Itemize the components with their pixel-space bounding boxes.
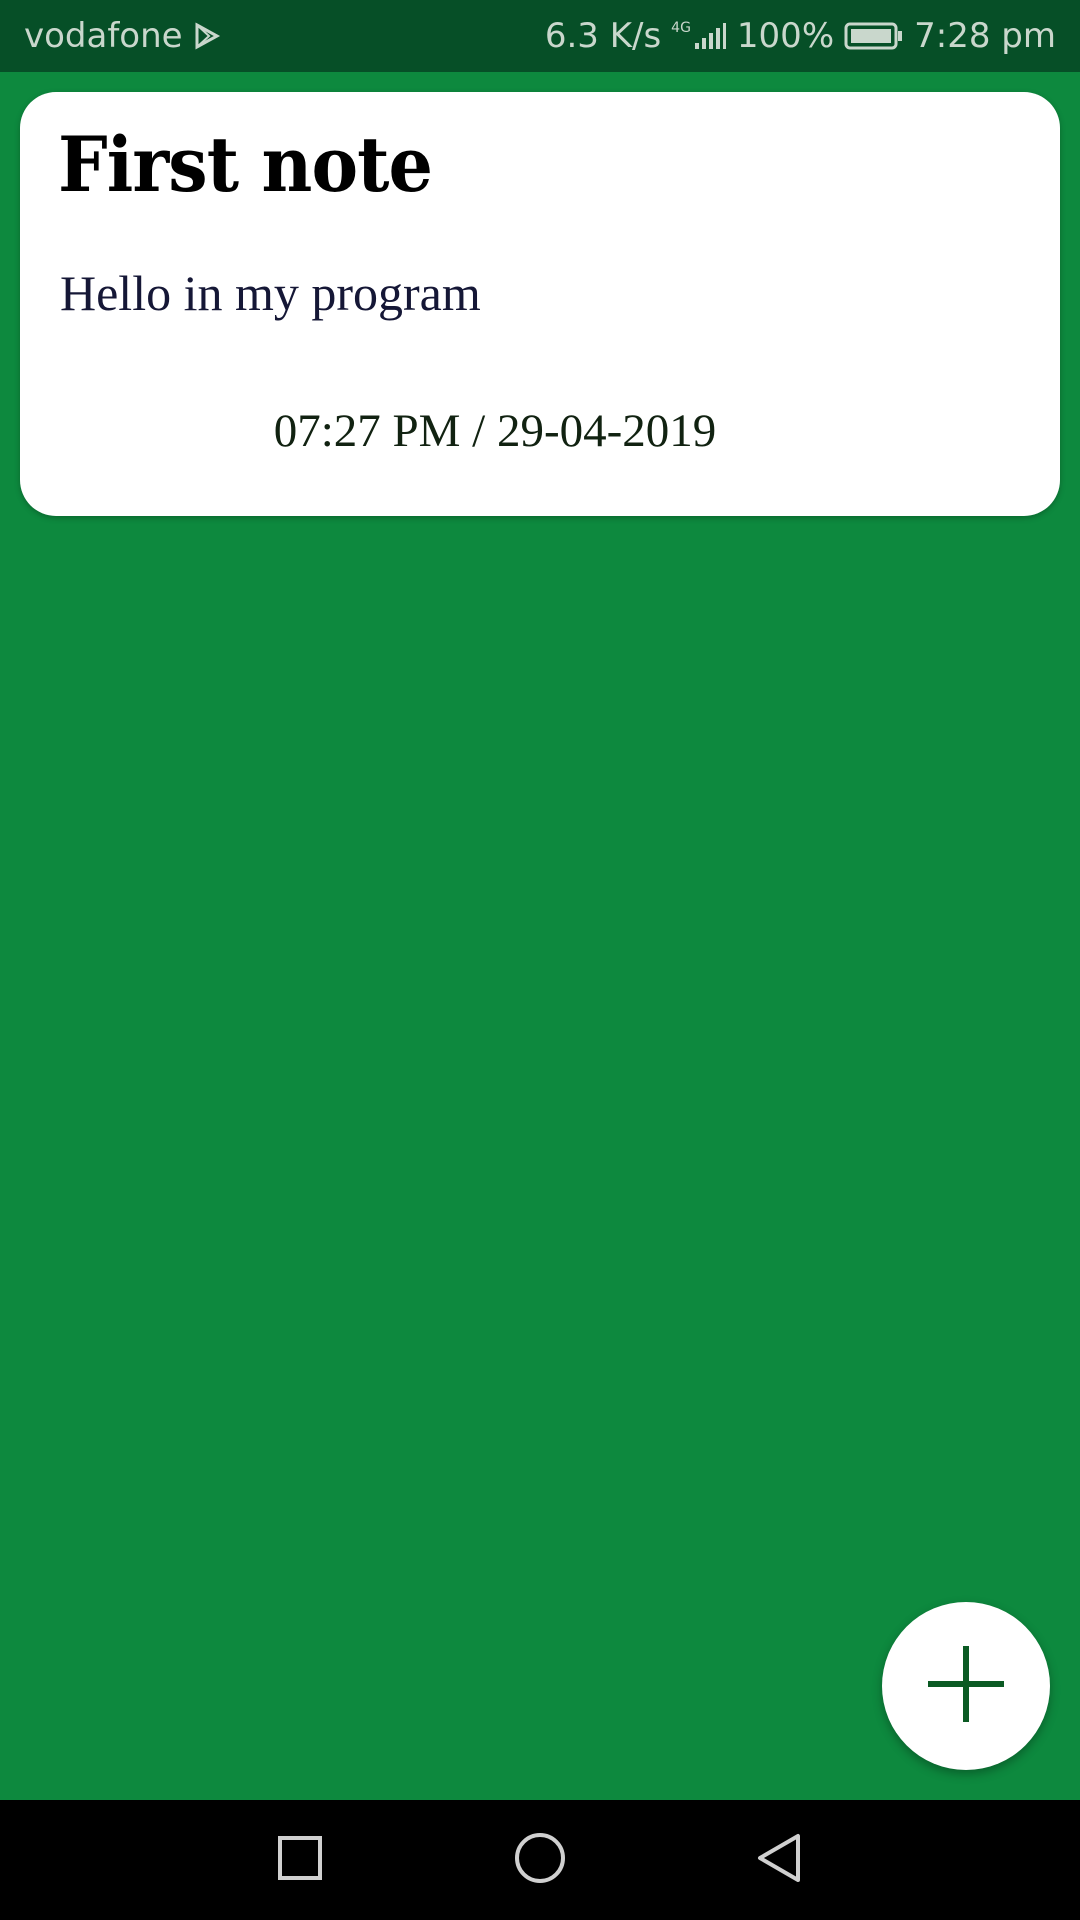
navigation-bar (0, 1800, 1080, 1920)
status-bar: vodafone 6.3 K/s 4G 100% 7:28 pm (0, 0, 1080, 72)
status-right: 6.3 K/s 4G 100% 7:28 pm (545, 16, 1056, 56)
note-title: First note (58, 120, 433, 209)
status-left: vodafone (24, 16, 221, 56)
back-triangle-icon (754, 1832, 806, 1889)
recents-button[interactable] (240, 1800, 360, 1920)
note-timestamp: 07:27 PM / 29-04-2019 (273, 405, 717, 457)
home-button[interactable] (480, 1800, 600, 1920)
note-body: Hello in my program (60, 265, 481, 321)
net-speed: 6.3 K/s (544, 16, 662, 56)
note-card[interactable]: First note Hello in my program 07:27 PM … (20, 92, 1060, 516)
home-circle-icon (514, 1832, 566, 1889)
battery-icon (844, 21, 904, 51)
network-type: 4G (671, 20, 691, 36)
plus-icon (926, 1644, 1006, 1729)
signal-icon: 4G (671, 21, 727, 51)
back-button[interactable] (720, 1800, 840, 1920)
notes-screen: vodafone 6.3 K/s 4G 100% 7:28 pm First n… (0, 0, 1080, 1920)
battery-level: 100% (736, 16, 835, 56)
carrier-name: vodafone (24, 16, 183, 56)
play-store-icon (193, 22, 221, 50)
recents-square-icon (276, 1834, 324, 1887)
clock: 7:28 pm (914, 16, 1056, 56)
add-note-button[interactable] (882, 1602, 1050, 1770)
